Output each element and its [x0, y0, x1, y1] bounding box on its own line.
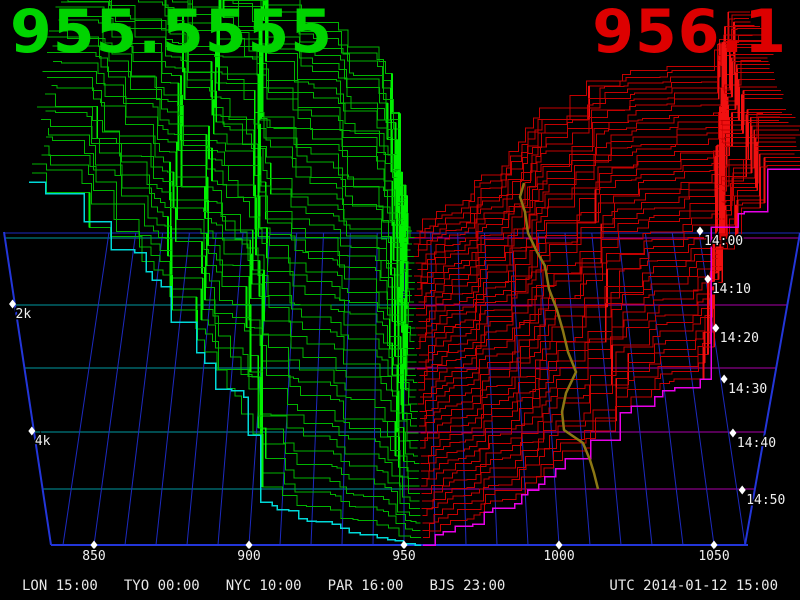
bid-slice — [53, 61, 419, 440]
price-tick-label: 950 — [392, 549, 415, 564]
depth-chart-canvas: 850 900 950 1000 1050 14:00 14:10 14:20 14:30 14:… — [0, 0, 800, 600]
bid-slice — [51, 86, 419, 464]
price-gridline — [342, 233, 350, 545]
time-tick-diamond — [729, 429, 736, 438]
time-tick-label: 14:10 — [712, 282, 751, 297]
time-tick-label: 14:00 — [704, 234, 743, 249]
clock-tyo: TYO 00:00 — [124, 578, 200, 594]
time-tick-diamond — [739, 486, 746, 495]
price-tick-label: 900 — [237, 549, 260, 564]
bid-slice — [47, 53, 418, 434]
price-gridline — [619, 233, 652, 545]
price-tick-label: 1050 — [698, 549, 729, 564]
clock-nyc: NYC 10:00 — [226, 578, 302, 594]
clock-utc: UTC 2014-01-12 15:00 — [609, 578, 800, 594]
price-gridline — [187, 233, 216, 545]
left-corner-axis — [4, 232, 51, 545]
amount-tick-label: 4k — [35, 434, 51, 449]
bid-wall-highlight — [207, 135, 403, 414]
time-tick-label: 14:40 — [737, 436, 776, 451]
price-gridline — [280, 233, 297, 545]
bid-slice — [46, 137, 420, 508]
time-tick-label: 14:20 — [720, 331, 759, 346]
ask-slice — [415, 42, 762, 296]
price-gridline — [94, 233, 136, 545]
bid-slice — [59, 20, 418, 404]
best-ask-price: 956.1 — [592, 2, 787, 62]
clock-lon: LON 15:00 — [22, 578, 98, 594]
price-tick-label: 850 — [82, 549, 105, 564]
time-tick-label: 14:30 — [728, 382, 767, 397]
bid-slice — [44, 146, 420, 516]
price-gridline — [63, 233, 109, 545]
clock-bjs: BJS 23:00 — [429, 578, 505, 594]
ask-depth-surface — [414, 12, 800, 545]
price-gridline — [311, 233, 324, 545]
best-bid-price: 955.5555 — [10, 2, 333, 62]
world-clocks: LON 15:00 TYO 00:00 NYC 10:00 PAR 16:00 … — [0, 578, 609, 594]
price-tick-label: 1000 — [543, 549, 574, 564]
time-tick-diamond — [697, 227, 704, 236]
time-tick-diamond — [721, 375, 728, 384]
ask-slice — [414, 36, 753, 276]
status-bar: LON 15:00 TYO 00:00 NYC 10:00 PAR 16:00 … — [0, 576, 800, 596]
amount-tick-label: 2k — [16, 307, 32, 322]
bid-wall-highlight — [177, 186, 399, 468]
bid-slice — [47, 77, 418, 455]
orderbook-depth-terminal: 850 900 950 1000 1050 14:00 14:10 14:20 14:30 14:… — [0, 0, 800, 600]
time-tick-label: 14:50 — [746, 493, 785, 508]
bid-depth-surface — [29, 0, 421, 545]
clock-par: PAR 16:00 — [328, 578, 404, 594]
bid-wall-highlight — [212, 148, 403, 419]
price-gridline — [645, 233, 683, 545]
bid-slice — [46, 111, 420, 486]
